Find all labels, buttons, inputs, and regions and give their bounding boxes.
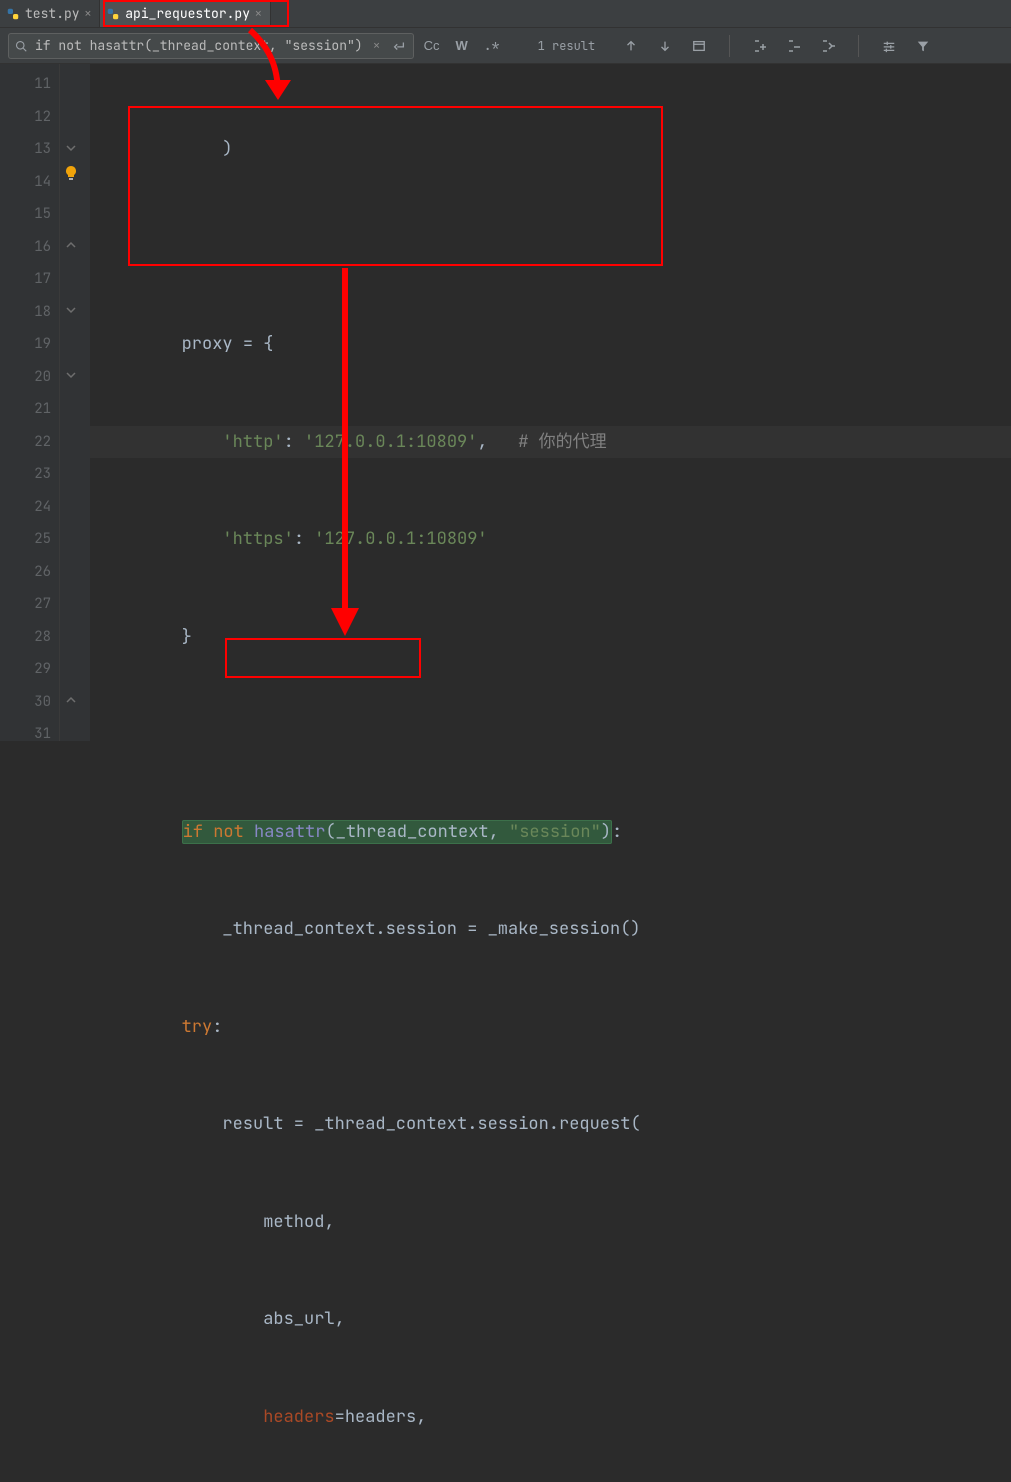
code-line: 'https': '127.0.0.1:10809': [90, 523, 1011, 556]
line-number: 27: [0, 588, 51, 621]
fold-end-icon[interactable]: [64, 691, 78, 705]
match-case-toggle[interactable]: Cc: [424, 38, 440, 54]
code-line: _thread_context.session = _make_session(…: [90, 913, 1011, 946]
code-line: result = _thread_context.session.request…: [90, 1108, 1011, 1141]
find-options: Cc W .*: [424, 38, 500, 54]
find-query-text: if not hasattr(_thread_context, "session…: [35, 37, 363, 54]
gutter-marks: [60, 64, 90, 741]
tab-test-py[interactable]: test.py ✕: [0, 0, 100, 27]
fold-icon[interactable]: [64, 301, 78, 315]
code-line: headers=headers,: [90, 1401, 1011, 1434]
code-line: proxy = {: [90, 328, 1011, 361]
line-number: 12: [0, 101, 51, 134]
find-input[interactable]: if not hasattr(_thread_context, "session…: [8, 33, 414, 59]
next-match-icon[interactable]: [657, 38, 673, 54]
select-all-icon[interactable]: [820, 38, 836, 54]
separator: [729, 35, 730, 57]
line-number: 20: [0, 361, 51, 394]
line-number: 19: [0, 328, 51, 361]
prev-match-icon[interactable]: [623, 38, 639, 54]
close-icon[interactable]: ✕: [255, 7, 262, 21]
line-number: 11: [0, 68, 51, 101]
filter-icon[interactable]: [915, 38, 931, 54]
code-line: method,: [90, 1206, 1011, 1239]
line-number: 22: [0, 426, 51, 459]
tab-label: api_requestor.py: [125, 5, 250, 22]
line-number: 25: [0, 523, 51, 556]
line-number: 18: [0, 296, 51, 329]
line-number: 15: [0, 198, 51, 231]
open-in-window-icon[interactable]: [691, 38, 707, 54]
code-line: if not hasattr(_thread_context, "session…: [90, 816, 1011, 849]
fold-icon[interactable]: [64, 366, 78, 380]
line-number: 31: [0, 718, 51, 751]
search-history-icon[interactable]: [13, 38, 29, 54]
fold-end-icon[interactable]: [64, 236, 78, 250]
line-number: 23: [0, 458, 51, 491]
code-editor[interactable]: 1112131415161718192021222324252627282930…: [0, 64, 1011, 741]
code-line: ): [90, 133, 1011, 166]
settings-icon[interactable]: [881, 38, 897, 54]
clear-search-icon[interactable]: ✕: [369, 38, 385, 54]
find-bar: if not hasattr(_thread_context, "session…: [0, 28, 1011, 64]
intention-bulb-icon[interactable]: [63, 165, 79, 181]
code-line: abs_url,: [90, 1303, 1011, 1336]
python-file-icon: [106, 7, 120, 21]
line-number: 30: [0, 686, 51, 719]
tab-api-requestor-py[interactable]: api_requestor.py ✕: [100, 0, 270, 27]
new-line-icon[interactable]: [391, 38, 407, 54]
line-number: 14: [0, 166, 51, 199]
fold-icon[interactable]: [64, 139, 78, 153]
code-line: [90, 718, 1011, 751]
find-actions: [623, 35, 931, 57]
line-number: 13: [0, 133, 51, 166]
line-number: 16: [0, 231, 51, 264]
line-number: 17: [0, 263, 51, 296]
python-file-icon: [6, 7, 20, 21]
add-selection-icon[interactable]: [752, 38, 768, 54]
editor-tabs: test.py ✕ api_requestor.py ✕: [0, 0, 1011, 28]
tab-label: test.py: [25, 5, 80, 22]
regex-toggle[interactable]: .*: [484, 38, 500, 54]
gutter-line-numbers: 1112131415161718192021222324252627282930…: [0, 64, 60, 741]
code-area[interactable]: ) proxy = { 'http': '127.0.0.1:10809', #…: [90, 64, 1011, 741]
line-number: 26: [0, 556, 51, 589]
find-result-count: 1 result: [538, 38, 596, 54]
code-line: }: [90, 621, 1011, 654]
code-line: try:: [90, 1011, 1011, 1044]
separator: [858, 35, 859, 57]
line-number: 28: [0, 621, 51, 654]
words-toggle[interactable]: W: [454, 38, 470, 54]
close-icon[interactable]: ✕: [85, 7, 92, 21]
code-line: [90, 231, 1011, 264]
line-number: 24: [0, 491, 51, 524]
line-number: 21: [0, 393, 51, 426]
line-number: 29: [0, 653, 51, 686]
remove-selection-icon[interactable]: [786, 38, 802, 54]
code-line-current: 'http': '127.0.0.1:10809', # 你的代理: [90, 426, 1011, 459]
